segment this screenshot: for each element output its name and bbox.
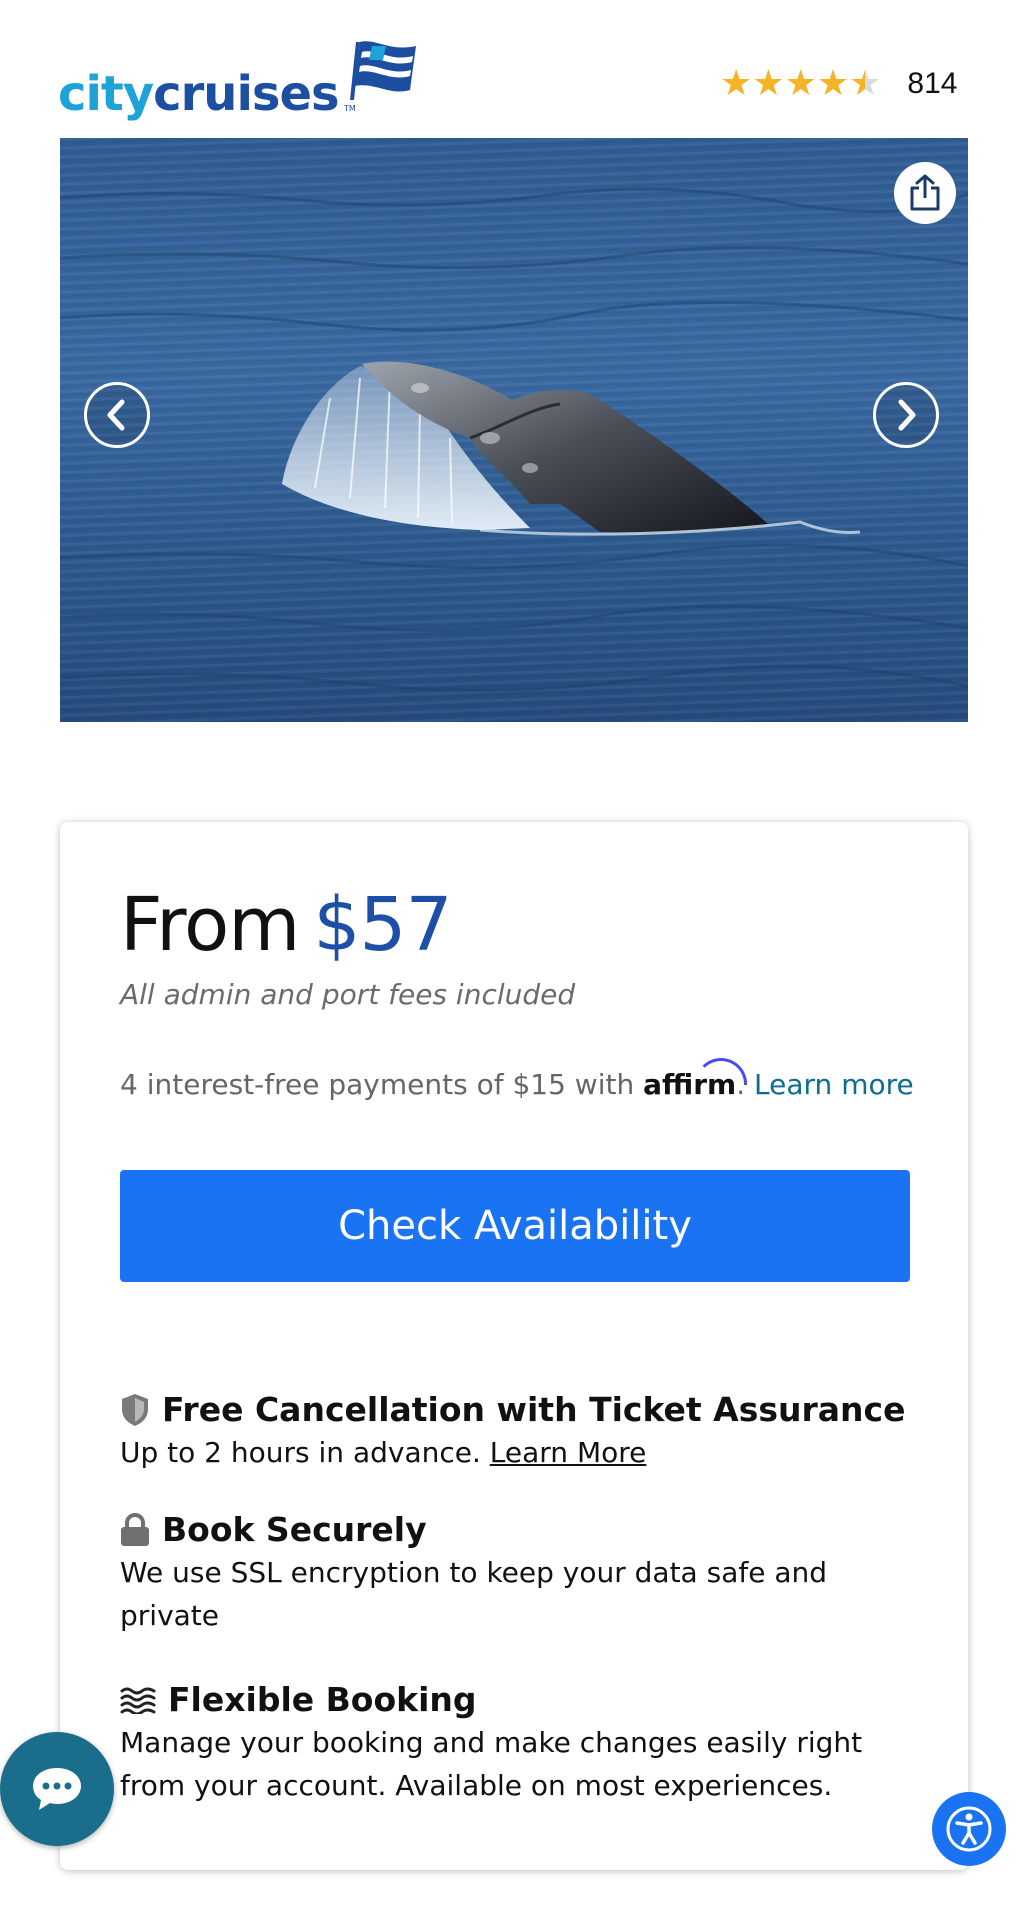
feature-description: Manage your booking and make changes eas… [120, 1726, 863, 1802]
feature-description: We use SSL encryption to keep your data … [120, 1556, 828, 1632]
flag-icon [350, 41, 416, 100]
feature-title: Free Cancellation with Ticket Assurance [120, 1390, 910, 1429]
whale-tail-image [60, 187, 968, 692]
shield-icon [120, 1393, 150, 1427]
city-cruises-logo[interactable]: citycruises TM [58, 38, 416, 118]
rating-summary[interactable]: ★ ★ ★ ★ ★ 814 [720, 66, 957, 102]
feature-flexible-booking: Flexible Booking Manage your booking and… [120, 1680, 910, 1807]
carousel-next-button[interactable] [873, 382, 939, 448]
ticket-assurance-learn-more-link[interactable]: Learn More [490, 1436, 647, 1469]
affirm-text: 4 interest-free payments of $15 with [120, 1068, 635, 1101]
chevron-right-icon [898, 399, 916, 431]
feature-book-securely: Book Securely We use SSL encryption to k… [120, 1510, 910, 1637]
feature-title-text: Book Securely [162, 1510, 427, 1549]
feature-free-cancellation: Free Cancellation with Ticket Assurance … [120, 1390, 910, 1474]
affirm-learn-more-link[interactable]: Learn more [754, 1068, 914, 1101]
carousel-prev-button[interactable] [84, 382, 150, 448]
chevron-left-icon [107, 399, 125, 431]
review-count: 814 [907, 67, 958, 100]
chat-icon [33, 1768, 81, 1810]
feature-description: Up to 2 hours in advance. Learn More [120, 1436, 647, 1469]
affirm-logo: affirm [643, 1058, 748, 1101]
price-line: From $57 [120, 882, 453, 968]
share-icon [910, 174, 940, 211]
accessibility-icon [946, 1806, 992, 1852]
feature-title: Flexible Booking [120, 1680, 910, 1719]
chat-button[interactable] [0, 1732, 114, 1846]
hero-carousel[interactable] [60, 138, 968, 722]
logo-cruises-text: cruises [153, 66, 339, 122]
price-from-label: From [120, 882, 300, 968]
star-rating: ★ ★ ★ ★ ★ [720, 66, 881, 102]
feature-title-text: Free Cancellation with Ticket Assurance [162, 1390, 906, 1429]
trademark-mark: TM [344, 104, 356, 113]
half-star-icon: ★ [849, 63, 882, 104]
star-icon: ★ [816, 63, 850, 104]
logo-city-text: city [58, 66, 154, 122]
star-icon: ★ [784, 63, 817, 104]
feature-title-text: Flexible Booking [168, 1680, 477, 1719]
star-icon: ★ [720, 63, 753, 104]
accessibility-button[interactable] [932, 1792, 1006, 1866]
header: citycruises TM ★ ★ ★ ★ ★ 814 [0, 0, 1030, 135]
check-availability-button[interactable]: Check Availability [120, 1170, 910, 1282]
price-value: $57 [313, 882, 452, 968]
waves-icon [120, 1686, 156, 1714]
booking-card: From $57 All admin and port fees include… [60, 822, 968, 1870]
affirm-financing: 4 interest-free payments of $15 with aff… [120, 1058, 914, 1101]
share-button[interactable] [894, 162, 956, 224]
star-icon: ★ [752, 63, 785, 104]
feature-title: Book Securely [120, 1510, 910, 1549]
fees-note: All admin and port fees included [120, 978, 576, 1011]
lock-icon [120, 1512, 150, 1547]
